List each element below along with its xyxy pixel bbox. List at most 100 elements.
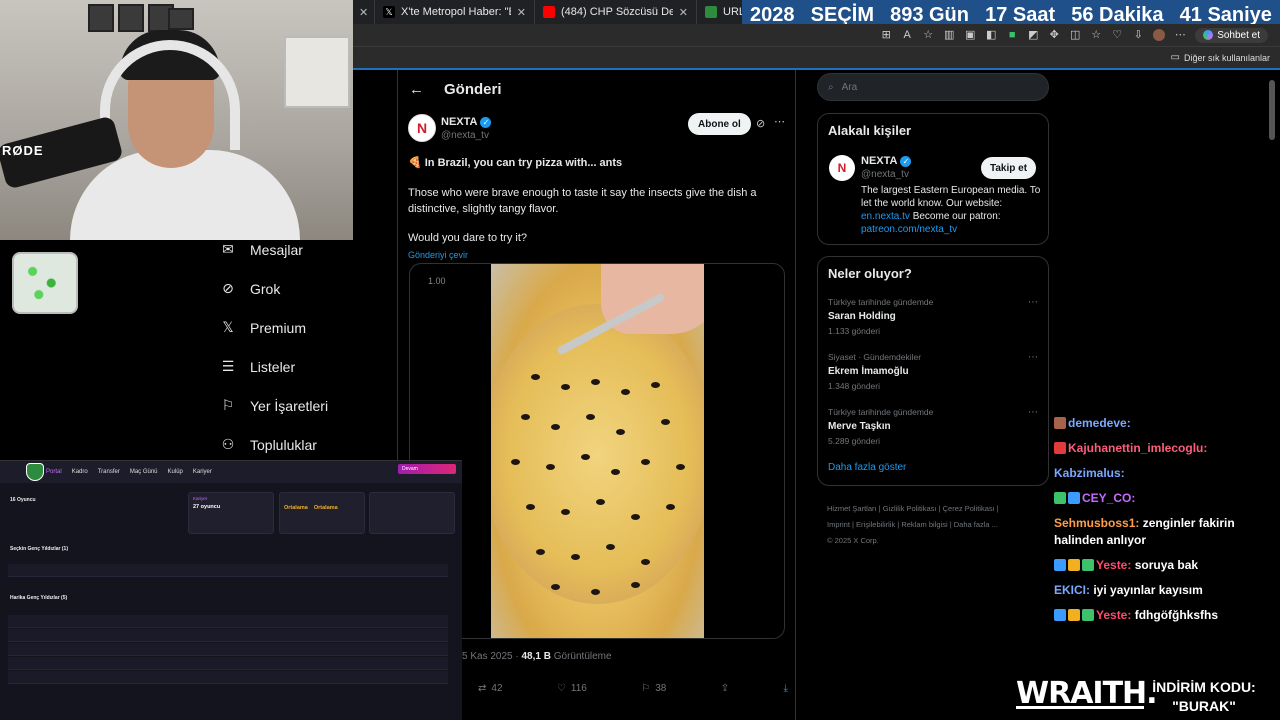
chat-username[interactable]: Sehmusboss1:	[1054, 516, 1139, 530]
verified-badge-icon: ✓	[900, 155, 912, 167]
nav-item-premium[interactable]: 𝕏 Premium	[220, 308, 390, 347]
back-arrow-icon[interactable]: ←	[409, 81, 424, 98]
more-icon[interactable]: ⋯	[1028, 297, 1038, 308]
fm-panel-value: Ortalama	[284, 505, 308, 511]
chat-username[interactable]: CEY_CO:	[1082, 491, 1135, 505]
chat-message: Yeste: soruya bak	[1054, 557, 1268, 574]
share-icon: ⇪	[720, 683, 730, 694]
avatar[interactable]: N	[829, 155, 855, 181]
footer-link[interactable]: Reklam bilgisi	[901, 520, 947, 529]
bookmarks-folder-label[interactable]: Diğer sık kullanılanlar	[1184, 53, 1270, 63]
extension-icon[interactable]: ◩	[1027, 29, 1039, 41]
author-name-text: NEXTA	[441, 116, 478, 128]
avatar[interactable]: N	[408, 114, 436, 142]
nav-item-messages[interactable]: ✉ Mesajlar	[220, 230, 390, 269]
chat-username[interactable]: EKICI:	[1054, 583, 1090, 597]
footer-link[interactable]: Erişilebilirlik	[856, 520, 895, 529]
page-icon	[705, 6, 717, 18]
close-icon[interactable]: ✕	[517, 6, 526, 19]
show-more-link[interactable]: Daha fazla göster	[818, 462, 1048, 473]
nav-item-lists[interactable]: ☰ Listeler	[220, 347, 390, 386]
fm-player-row[interactable]	[8, 615, 448, 628]
close-icon[interactable]: ✕	[679, 6, 688, 19]
bio-link[interactable]: patreon.com/nexta_tv	[861, 223, 1041, 236]
page-scrollbar[interactable]	[1269, 80, 1275, 140]
browser-tab[interactable]: ✕	[353, 0, 375, 24]
puzzle-icon[interactable]: ✥	[1048, 29, 1060, 41]
like-button[interactable]: ♡ 116	[557, 683, 587, 694]
fm-menu-item[interactable]: Maç Günü	[130, 469, 158, 475]
fm-continue-button[interactable]: Devam	[398, 464, 456, 474]
browser-tab[interactable]: (484) CHP Sözcüsü Deniz Yücel a ✕	[535, 0, 697, 24]
nav-item-grok[interactable]: ⊘ Grok	[220, 269, 390, 308]
fm-menu-item[interactable]: Kariyer	[193, 469, 212, 475]
author-name[interactable]: NEXTA ✓	[441, 116, 492, 128]
bio-link[interactable]: en.nexta.tv	[861, 211, 910, 222]
nav-item-communities[interactable]: ⚇ Topluluklar	[220, 425, 390, 464]
more-icon[interactable]: ⋯	[1028, 352, 1038, 363]
close-icon[interactable]: ✕	[359, 6, 368, 19]
related-name[interactable]: NEXTA ✓	[861, 155, 912, 167]
favorites-icon[interactable]: ☆	[1090, 29, 1102, 41]
extension-icon[interactable]: ▣	[964, 29, 976, 41]
post-video[interactable]: 1.00	[409, 263, 785, 639]
follow-button[interactable]: Takip et	[981, 157, 1037, 179]
more-icon[interactable]: ⋯	[774, 115, 785, 128]
collections-icon[interactable]: ♡	[1111, 29, 1123, 41]
fm-player-row[interactable]	[8, 671, 448, 684]
author-handle[interactable]: @nexta_tv	[441, 130, 489, 141]
nav-item-bookmarks[interactable]: ⚐ Yer İşaretleri	[220, 386, 390, 425]
youtube-icon	[543, 6, 555, 18]
retweet-button[interactable]: ⇄ 42	[478, 683, 503, 694]
extension-icon[interactable]: ◧	[985, 29, 997, 41]
subscribe-button[interactable]: Abone ol	[688, 113, 751, 135]
translate-link[interactable]: Gönderiyi çevir	[398, 250, 795, 260]
chat-username[interactable]: Kajuhanettin_imlecoglu:	[1068, 441, 1207, 455]
read-aloud-icon[interactable]: A	[901, 29, 913, 41]
fm-menu-item[interactable]: Kulüp	[168, 469, 183, 475]
fm-player-row[interactable]	[8, 564, 448, 577]
related-handle[interactable]: @nexta_tv	[861, 169, 909, 180]
trend-item[interactable]: Siyaset · Gündemdekiler Ekrem İmamoğlu 1…	[818, 350, 1048, 405]
nav-label: Listeler	[250, 358, 296, 375]
fm-menu-item[interactable]: Transfer	[98, 469, 120, 475]
grid-icon[interactable]: ⊞	[880, 29, 892, 41]
chat-username[interactable]: demedeve:	[1068, 416, 1131, 430]
profile-avatar[interactable]	[1153, 29, 1166, 41]
extension-icon[interactable]: ▥	[943, 29, 955, 41]
tab-label: (484) CHP Sözcüsü Deniz Yücel a	[561, 6, 673, 18]
fm-player-row[interactable]	[8, 629, 448, 642]
promo-label: İNDİRİM KODU:	[1152, 679, 1256, 695]
browser-tab[interactable]: 𝕏 X'te Metropol Haber: "Bir vatanda ✕	[375, 0, 535, 24]
bookmark-button[interactable]: ⚐ 38	[641, 683, 666, 694]
footer-link[interactable]: Daha fazla ...	[954, 520, 998, 529]
chat-username[interactable]: Yeste:	[1096, 608, 1131, 622]
search-input[interactable]: ⌕ Ara	[817, 73, 1049, 101]
fm-panel: Kariyer 27 oyuncu	[188, 492, 274, 534]
more-icon[interactable]: ⋯	[1174, 29, 1186, 41]
footer-link[interactable]: Çerez Politikası	[943, 504, 995, 513]
related-title: Alakalı kişiler	[828, 123, 912, 138]
x-icon: 𝕏	[383, 6, 395, 18]
footer-link[interactable]: Hizmet Şartları	[827, 504, 877, 513]
trend-item[interactable]: Türkiye tarihinde gündemde Merve Taşkın …	[818, 405, 1048, 460]
star-icon[interactable]: ☆	[922, 29, 934, 41]
fm-player-row[interactable]	[8, 643, 448, 656]
extension-icon[interactable]: ■	[1006, 29, 1018, 41]
fm-menu-item[interactable]: Portal	[46, 469, 62, 475]
downloads-icon[interactable]: ⇩	[1132, 29, 1144, 41]
fm-menu-item[interactable]: Kadro	[72, 469, 88, 475]
split-screen-icon[interactable]: ◫	[1069, 29, 1081, 41]
share-button[interactable]: ⇪	[721, 683, 729, 694]
chat-username[interactable]: Yeste:	[1096, 558, 1131, 572]
copilot-chat-button[interactable]: Sohbet et	[1195, 27, 1268, 43]
footer-link[interactable]: Imprint	[827, 520, 850, 529]
footer-link[interactable]: Gizlilik Politikası	[883, 504, 937, 513]
trend-name: Saran Holding	[828, 311, 896, 322]
trend-item[interactable]: Türkiye tarihinde gündemde Saran Holding…	[818, 295, 1048, 350]
more-icon[interactable]: ⋯	[1028, 407, 1038, 418]
fm-player-row[interactable]	[8, 657, 448, 670]
download-button[interactable]: ⤓	[784, 683, 788, 694]
grok-icon[interactable]: ⊘	[756, 117, 765, 130]
chat-username[interactable]: Kabzimalus:	[1054, 466, 1125, 480]
